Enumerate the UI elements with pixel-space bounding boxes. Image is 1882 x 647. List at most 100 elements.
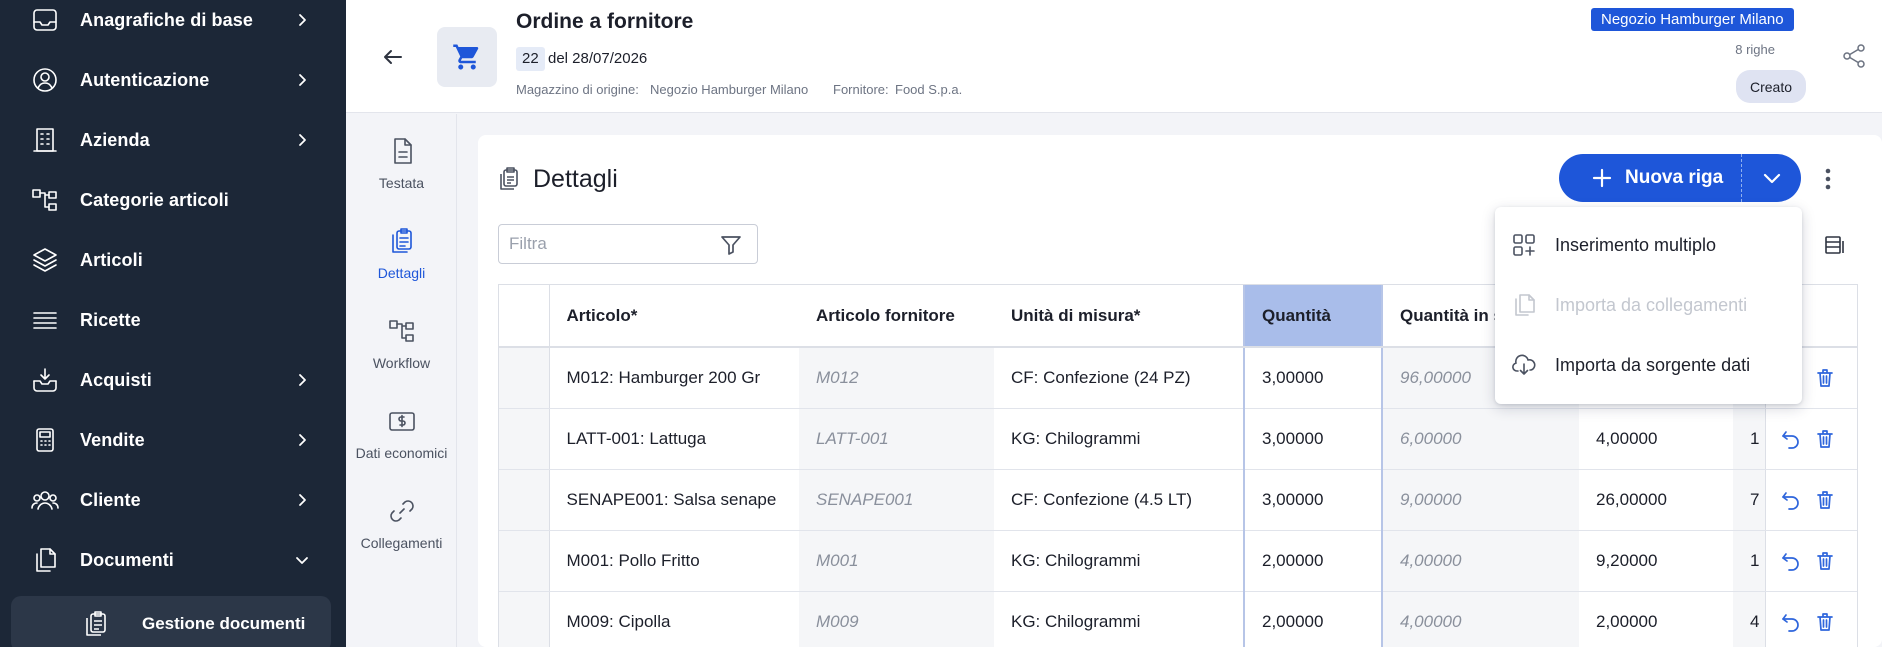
cell-col7[interactable]: 1 bbox=[1733, 408, 1765, 470]
sidebar-subitem-gestione-documenti[interactable]: Gestione documenti bbox=[11, 596, 331, 647]
trash-icon[interactable] bbox=[1814, 367, 1836, 389]
selection-header[interactable] bbox=[499, 285, 550, 348]
sidebar-item-label: Vendite bbox=[80, 429, 145, 450]
hierarchy-icon bbox=[30, 185, 60, 215]
sidebar-item-azienda[interactable]: Azienda bbox=[0, 110, 346, 170]
undo-icon[interactable] bbox=[1780, 550, 1802, 572]
new-row-button[interactable]: Nuova riga bbox=[1559, 154, 1769, 202]
sidebar-item-acquisti[interactable]: Acquisti bbox=[0, 350, 346, 410]
cell-quantita-stock[interactable]: 6,00000 bbox=[1382, 408, 1579, 470]
section-label: Dettagli bbox=[377, 265, 426, 281]
cell-quantita[interactable]: 3,00000 bbox=[1243, 347, 1383, 409]
sidebar-item-articoli[interactable]: Articoli bbox=[0, 230, 346, 290]
sidebar-item-vendite[interactable]: Vendite bbox=[0, 410, 346, 470]
sidebar-item-categorie-articoli[interactable]: Categorie articoli bbox=[0, 170, 346, 230]
section-testata[interactable]: Testata bbox=[346, 114, 457, 194]
menu-item-importa-da-sorgente-dati[interactable]: Importa da sorgente dati bbox=[1495, 335, 1802, 395]
link-icon bbox=[387, 496, 417, 526]
trash-icon[interactable] bbox=[1814, 428, 1836, 450]
cell-col6[interactable]: 9,20000 bbox=[1579, 530, 1733, 592]
trash-icon[interactable] bbox=[1814, 611, 1836, 633]
trash-icon[interactable] bbox=[1814, 550, 1836, 572]
sidebar-item-documenti[interactable]: Documenti bbox=[0, 530, 346, 590]
cell-unita-misura[interactable]: KG: Chilogrammi bbox=[994, 408, 1244, 470]
cell-unita-misura[interactable]: CF: Confezione (4.5 LT) bbox=[994, 469, 1244, 531]
cell-quantita-stock[interactable]: 4,00000 bbox=[1382, 530, 1579, 592]
undo-icon[interactable] bbox=[1780, 611, 1802, 633]
sidebar-item-cliente[interactable]: Cliente bbox=[0, 470, 346, 530]
filter-input[interactable] bbox=[509, 233, 699, 255]
cell-articolo-fornitore[interactable]: M001 bbox=[799, 530, 994, 592]
cloud-download-icon bbox=[1511, 352, 1537, 378]
share-button[interactable] bbox=[1838, 40, 1870, 72]
row-selector[interactable] bbox=[499, 347, 550, 409]
chevron-down-icon bbox=[292, 550, 312, 570]
menu-item-importa-da-collegamenti[interactable]: Importa da collegamenti bbox=[1495, 275, 1802, 335]
page-title: Ordine a fornitore bbox=[516, 10, 694, 33]
user-circle-icon bbox=[30, 65, 60, 95]
column-header-articolo-fornitore[interactable]: Articolo fornitore bbox=[799, 285, 994, 348]
sidebar-item-label: Anagrafiche di base bbox=[80, 9, 253, 30]
sidebar-item-label: Articoli bbox=[80, 249, 143, 270]
columns-settings-button[interactable] bbox=[1823, 233, 1847, 257]
new-row-dropdown-toggle[interactable] bbox=[1741, 154, 1801, 202]
cell-articolo-fornitore[interactable]: M009 bbox=[799, 591, 994, 647]
cell-quantita[interactable]: 3,00000 bbox=[1243, 469, 1383, 531]
cell-col6[interactable]: 2,00000 bbox=[1579, 591, 1733, 647]
cell-articolo-fornitore[interactable]: M012 bbox=[799, 347, 994, 409]
cell-unita-misura[interactable]: KG: Chilogrammi bbox=[994, 530, 1244, 592]
cell-quantita[interactable]: 3,00000 bbox=[1243, 408, 1383, 470]
row-selector[interactable] bbox=[499, 469, 550, 531]
cell-articolo-fornitore[interactable]: LATT-001 bbox=[799, 408, 994, 470]
cell-col7[interactable]: 7 bbox=[1733, 469, 1765, 531]
trash-icon[interactable] bbox=[1814, 489, 1836, 511]
cell-articolo-fornitore[interactable]: SENAPE001 bbox=[799, 469, 994, 531]
column-header-quantita[interactable]: Quantità bbox=[1243, 285, 1383, 348]
cell-articolo[interactable]: M009: Cipolla bbox=[549, 591, 799, 647]
menu-item-inserimento-multiplo[interactable]: Inserimento multiplo bbox=[1495, 215, 1802, 275]
cell-articolo[interactable]: LATT-001: Lattuga bbox=[549, 408, 799, 470]
column-header-unita-misura[interactable]: Unità di misura* bbox=[994, 285, 1244, 348]
cell-col7[interactable]: 1 bbox=[1733, 530, 1765, 592]
cell-col6[interactable]: 26,00000 bbox=[1579, 469, 1733, 531]
cell-quantita-stock[interactable]: 9,00000 bbox=[1382, 469, 1579, 531]
section-collegamenti[interactable]: Collegamenti bbox=[346, 474, 457, 554]
sidebar-item-autenticazione[interactable]: Autenticazione bbox=[0, 50, 346, 110]
cell-quantita[interactable]: 2,00000 bbox=[1243, 530, 1383, 592]
cell-articolo[interactable]: M001: Pollo Fritto bbox=[549, 530, 799, 592]
row-selector[interactable] bbox=[499, 408, 550, 470]
table-row[interactable]: SENAPE001: Salsa senape SENAPE001 CF: Co… bbox=[499, 469, 1857, 531]
cell-articolo[interactable]: M012: Hamburger 200 Gr bbox=[549, 347, 799, 409]
supplier-value: Food S.p.a. bbox=[895, 82, 963, 97]
cell-quantita[interactable]: 2,00000 bbox=[1243, 591, 1383, 647]
section-dati-economici[interactable]: Dati economici bbox=[346, 384, 457, 464]
section-label: Testata bbox=[378, 175, 425, 191]
row-selector[interactable] bbox=[499, 591, 550, 647]
share-icon bbox=[1843, 44, 1865, 68]
undo-icon[interactable] bbox=[1780, 489, 1802, 511]
section-workflow[interactable]: Workflow bbox=[346, 294, 457, 374]
back-button[interactable] bbox=[376, 40, 410, 74]
table-row[interactable]: M001: Pollo Fritto M001 KG: Chilogrammi … bbox=[499, 530, 1857, 592]
more-options-button[interactable] bbox=[1818, 165, 1838, 193]
section-rail: Testata Dettagli Workflow Dati economici… bbox=[346, 114, 457, 647]
cell-unita-misura[interactable]: CF: Confezione (24 PZ) bbox=[994, 347, 1244, 409]
cell-col7[interactable]: 4 bbox=[1733, 591, 1765, 647]
undo-icon[interactable] bbox=[1780, 428, 1802, 450]
cell-col6[interactable]: 4,00000 bbox=[1579, 408, 1733, 470]
chevron-right-icon bbox=[292, 10, 312, 30]
row-selector[interactable] bbox=[499, 530, 550, 592]
cell-articolo[interactable]: SENAPE001: Salsa senape bbox=[549, 469, 799, 531]
cell-unita-misura[interactable]: KG: Chilogrammi bbox=[994, 591, 1244, 647]
section-dettagli[interactable]: Dettagli bbox=[346, 204, 457, 284]
table-row[interactable]: LATT-001: Lattuga LATT-001 KG: Chilogram… bbox=[499, 408, 1857, 470]
column-header-articolo[interactable]: Articolo* bbox=[549, 285, 799, 348]
cell-quantita-stock[interactable]: 4,00000 bbox=[1382, 591, 1579, 647]
sidebar-item-anagrafiche[interactable]: Anagrafiche di base bbox=[0, 0, 346, 50]
filter-icon[interactable] bbox=[719, 233, 743, 257]
row-actions bbox=[1764, 591, 1857, 647]
section-label: Collegamenti bbox=[360, 535, 443, 551]
source-warehouse-value: Negozio Hamburger Milano bbox=[650, 82, 809, 97]
sidebar-item-ricette[interactable]: Ricette bbox=[0, 290, 346, 350]
table-row[interactable]: M009: Cipolla M009 KG: Chilogrammi 2,000… bbox=[499, 591, 1857, 647]
